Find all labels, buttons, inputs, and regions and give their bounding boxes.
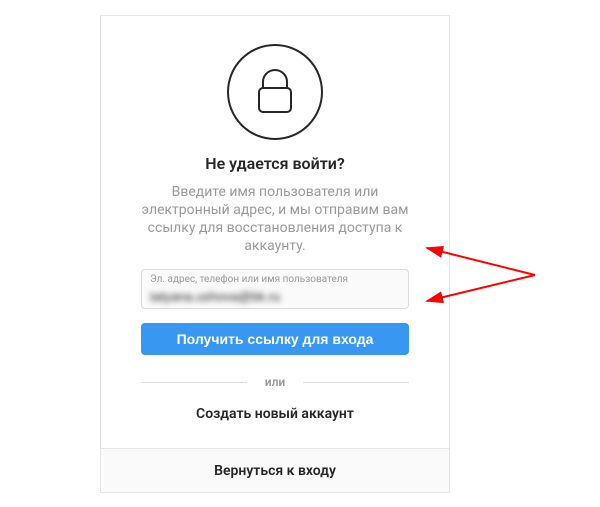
- login-help-card: Не удается войти? Введите имя пользовате…: [100, 15, 450, 493]
- divider: или: [141, 375, 409, 389]
- credential-field[interactable]: Эл. адрес, телефон или имя пользователя: [141, 269, 409, 309]
- send-login-link-button[interactable]: Получить ссылку для входа: [141, 323, 409, 355]
- credential-input[interactable]: [150, 288, 400, 306]
- divider-line-left: [141, 382, 247, 383]
- credential-field-label: Эл. адрес, телефон или имя пользователя: [150, 274, 400, 286]
- page-title: Не удается войти?: [141, 154, 409, 173]
- page-description: Введите имя пользователя или электронный…: [141, 183, 409, 255]
- divider-text: или: [247, 375, 304, 389]
- lock-icon: [227, 44, 323, 140]
- divider-line-right: [303, 382, 409, 383]
- lock-icon-wrap: [141, 44, 409, 140]
- card-body: Не удается войти? Введите имя пользовате…: [101, 16, 449, 448]
- create-account-link[interactable]: Создать новый аккаунт: [196, 406, 354, 422]
- card-footer: Вернуться к входу: [101, 448, 449, 492]
- back-to-login-link[interactable]: Вернуться к входу: [214, 463, 336, 479]
